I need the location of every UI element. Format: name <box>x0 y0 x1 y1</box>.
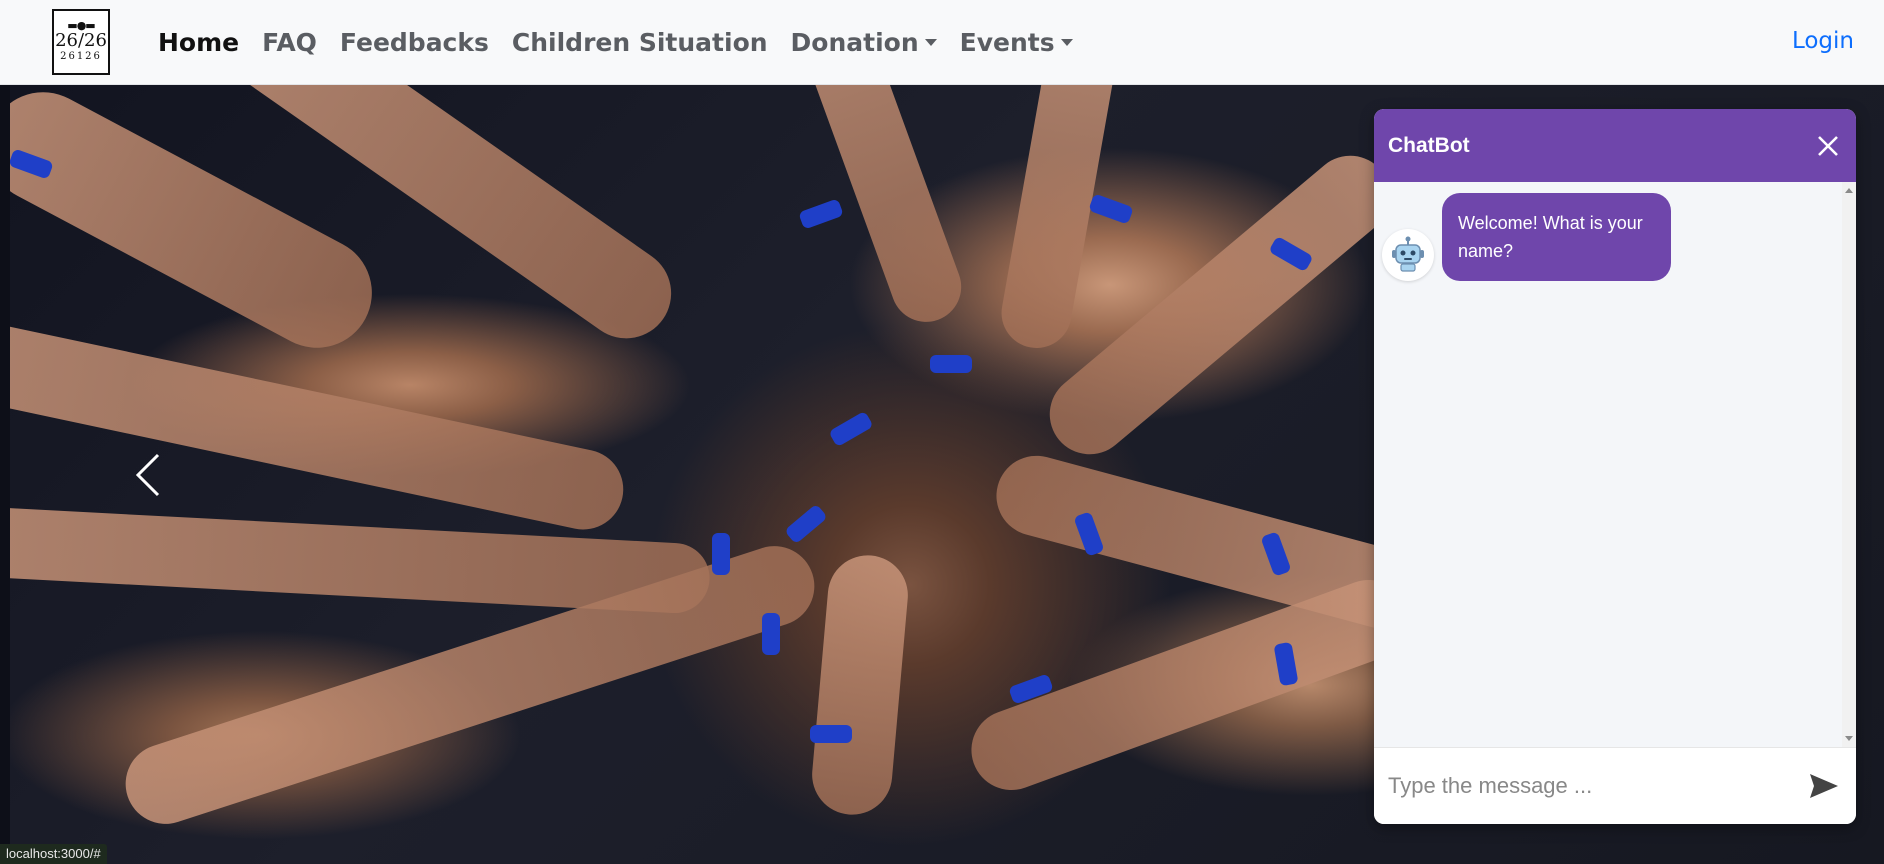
send-icon <box>1810 774 1838 798</box>
chatbot-close-button[interactable] <box>1814 132 1842 160</box>
bot-message-bubble: Welcome! What is your name? <box>1442 193 1671 281</box>
logo-subtext: 26126 <box>60 51 102 62</box>
nav-children-situation[interactable]: Children Situation <box>512 28 768 57</box>
chat-message-input[interactable] <box>1388 773 1806 799</box>
bot-message: Welcome! What is your name? <box>1382 193 1671 281</box>
chatbot-title: ChatBot <box>1388 133 1470 157</box>
top-navbar: ▬●▬ 26/26 26126 Home FAQ Feedbacks Child… <box>0 0 1884 85</box>
chevron-left-icon <box>135 453 160 497</box>
scroll-up-icon[interactable] <box>1845 188 1853 193</box>
close-icon <box>1818 135 1838 156</box>
robot-icon <box>1392 236 1424 272</box>
chatbot-header: ChatBot <box>1374 109 1856 182</box>
caret-down-icon <box>1060 39 1073 46</box>
nav-faq[interactable]: FAQ <box>262 28 317 57</box>
carousel-prev-button[interactable] <box>128 445 168 505</box>
bot-avatar <box>1382 229 1434 281</box>
chatbot-window: ChatBot Welcome! What is your name? Type… <box>1374 109 1856 824</box>
chat-scrollbar[interactable] <box>1842 182 1856 747</box>
nav-events-dropdown[interactable]: Events <box>960 28 1073 57</box>
nav-home[interactable]: Home <box>158 28 239 57</box>
browser-status-url: localhost:3000/# <box>0 844 107 864</box>
nav-feedbacks[interactable]: Feedbacks <box>340 28 489 57</box>
logo-text: 26/26 <box>55 30 107 51</box>
caret-down-icon <box>924 39 937 46</box>
nav-donation-dropdown[interactable]: Donation <box>791 28 937 57</box>
nav-links: Home FAQ Feedbacks Children Situation Do… <box>158 0 1096 85</box>
chatbot-input-bar <box>1374 747 1856 824</box>
site-logo[interactable]: ▬●▬ 26/26 26126 <box>52 9 110 75</box>
scroll-down-icon[interactable] <box>1845 736 1853 741</box>
login-link[interactable]: Login <box>1792 28 1854 54</box>
chatbot-message-list: Welcome! What is your name? <box>1374 182 1856 747</box>
send-button[interactable] <box>1806 768 1842 804</box>
